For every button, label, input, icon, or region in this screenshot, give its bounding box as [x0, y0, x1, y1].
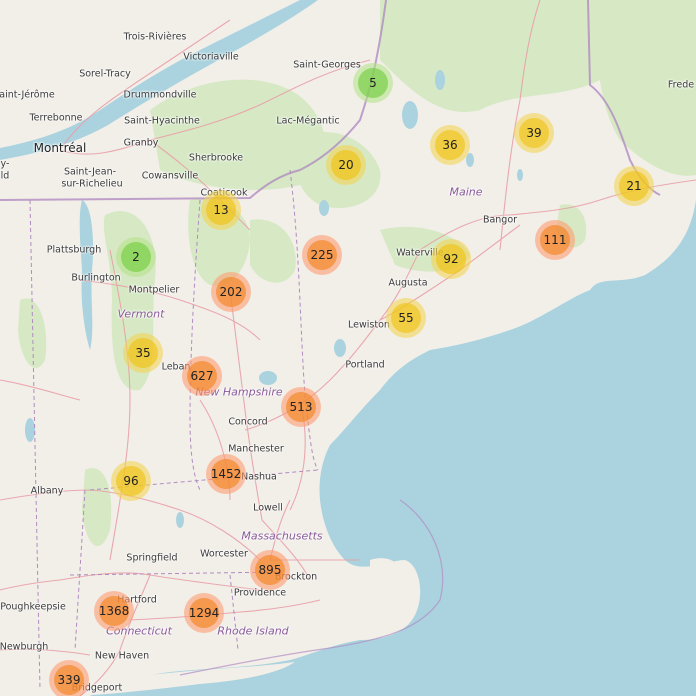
marker-cluster[interactable]: 1368: [94, 591, 134, 631]
cluster-count: 21: [619, 171, 649, 201]
label-lewiston: Lewiston: [348, 319, 390, 331]
marker-cluster[interactable]: 2: [116, 237, 156, 277]
label-montpelier: Montpelier: [128, 284, 180, 296]
label-sorel-tracy: Sorel-Tracy: [79, 68, 131, 80]
marker-cluster[interactable]: 513: [281, 387, 321, 427]
label-drummondville: Drummondville: [123, 89, 197, 101]
marker-cluster[interactable]: 96: [111, 461, 151, 501]
marker-cluster[interactable]: 20: [326, 145, 366, 185]
cluster-count: 2: [121, 242, 151, 272]
cluster-count: 36: [435, 130, 465, 160]
label-state-rhode-island: Rhode Island: [217, 624, 289, 638]
label-springfield: Springfield: [126, 552, 178, 564]
label-lowell: Lowell: [253, 502, 283, 514]
label-state-vermont: Vermont: [117, 307, 165, 321]
cluster-count: 13: [206, 195, 236, 225]
label-new-haven: New Haven: [94, 650, 150, 662]
label-sherbrooke: Sherbrooke: [188, 152, 244, 164]
cluster-count: 202: [216, 277, 246, 307]
cluster-count: 96: [116, 466, 146, 496]
label-portland: Portland: [345, 359, 385, 371]
marker-cluster[interactable]: 5: [353, 63, 393, 103]
label-fredericton: Frede: [667, 79, 695, 91]
label-albany: Albany: [30, 485, 64, 497]
cluster-count: 513: [286, 392, 316, 422]
label-fragment-ld: ld: [0, 170, 10, 182]
label-cowansville: Cowansville: [141, 170, 199, 182]
marker-cluster[interactable]: 1452: [206, 454, 246, 494]
label-sur-richelieu: sur-Richelieu: [61, 178, 123, 190]
label-bangor: Bangor: [482, 214, 518, 226]
label-victoriaville: Victoriaville: [183, 51, 239, 63]
cluster-count: 895: [255, 555, 285, 585]
label-providence: Providence: [233, 587, 287, 599]
marker-cluster[interactable]: 627: [182, 356, 222, 396]
basemap: [0, 0, 696, 696]
label-poughkeepsie: Poughkeepsie: [0, 601, 66, 613]
label-nashua: Nashua: [241, 471, 277, 483]
label-saint-jerome: aint-Jérôme: [0, 89, 55, 101]
cluster-count: 1294: [189, 598, 219, 628]
label-saint-hyacinthe: Saint-Hyacinthe: [124, 115, 200, 127]
marker-cluster[interactable]: 92: [431, 239, 471, 279]
label-burlington: Burlington: [71, 272, 121, 284]
marker-cluster[interactable]: 39: [514, 113, 554, 153]
cluster-count: 35: [128, 338, 158, 368]
label-lac-megantic: Lac-Mégantic: [276, 115, 340, 127]
marker-cluster[interactable]: 1294: [184, 593, 224, 633]
marker-cluster[interactable]: 36: [430, 125, 470, 165]
cluster-count: 5: [358, 68, 388, 98]
label-newburgh: Newburgh: [0, 641, 49, 653]
label-state-massachusetts: Massachusetts: [241, 529, 323, 543]
label-saint-jean: Saint-Jean-: [63, 166, 117, 178]
cluster-count: 111: [540, 225, 570, 255]
marker-cluster[interactable]: 21: [614, 166, 654, 206]
label-augusta: Augusta: [388, 277, 428, 289]
label-manchester: Manchester: [228, 443, 284, 455]
marker-cluster[interactable]: 202: [211, 272, 251, 312]
cluster-count: 1368: [99, 596, 129, 626]
marker-cluster[interactable]: 35: [123, 333, 163, 373]
label-worcester: Worcester: [200, 548, 248, 560]
cluster-count: 39: [519, 118, 549, 148]
marker-cluster[interactable]: 111: [535, 220, 575, 260]
marker-cluster[interactable]: 55: [386, 298, 426, 338]
cluster-count: 20: [331, 150, 361, 180]
label-granby: Granby: [123, 137, 159, 149]
marker-cluster[interactable]: 225: [302, 235, 342, 275]
label-montreal: Montréal: [33, 141, 87, 155]
label-terrebonne: Terrebonne: [29, 112, 83, 124]
cluster-count: 55: [391, 303, 421, 333]
label-fragment-y: y-: [0, 158, 10, 170]
label-trois-rivieres: Trois-Rivières: [123, 31, 187, 43]
cluster-count: 339: [54, 665, 84, 695]
cluster-count: 627: [187, 361, 217, 391]
cluster-count: 1452: [211, 459, 241, 489]
map-view[interactable]: Trois-Rivières Victoriaville Saint-Georg…: [0, 0, 696, 696]
cluster-count: 225: [307, 240, 337, 270]
marker-cluster[interactable]: 339: [49, 660, 89, 696]
cluster-count: 92: [436, 244, 466, 274]
marker-cluster[interactable]: 895: [250, 550, 290, 590]
label-concord: Concord: [228, 416, 268, 428]
label-plattsburgh: Plattsburgh: [46, 244, 102, 256]
marker-cluster[interactable]: 13: [201, 190, 241, 230]
label-state-maine: Maine: [449, 185, 483, 199]
label-saint-georges: Saint-Georges: [293, 59, 361, 71]
